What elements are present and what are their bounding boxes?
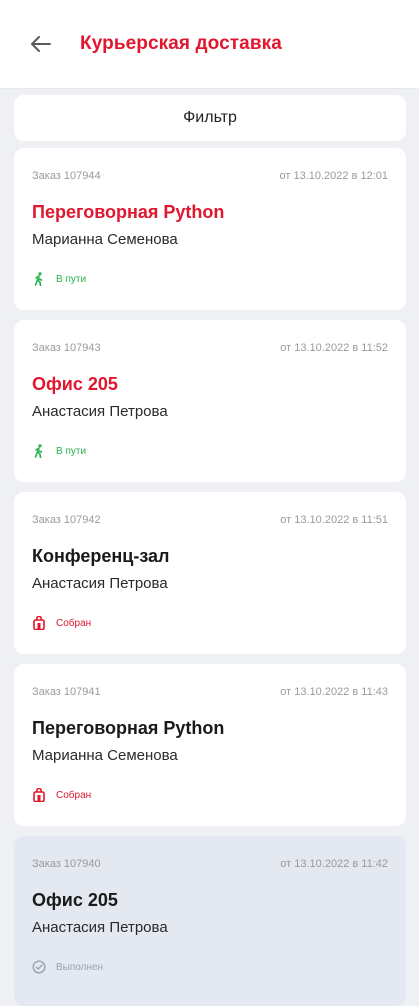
bag-icon xyxy=(32,616,46,630)
walking-person-icon xyxy=(32,444,46,458)
order-card[interactable]: Заказ 107943 от 13.10.2022 в 11:52 Офис … xyxy=(14,320,406,482)
order-number: Заказ 107941 xyxy=(32,686,101,698)
app-header: Курьерская доставка xyxy=(0,0,419,88)
order-person: Марианна Семенова xyxy=(32,231,178,248)
status-badge: В пути xyxy=(32,444,86,458)
order-number: Заказ 107944 xyxy=(32,170,101,182)
order-date: от 13.10.2022 в 11:43 xyxy=(280,686,388,698)
order-date: от 13.10.2022 в 12:01 xyxy=(279,170,388,182)
filter-button[interactable]: Фильтр xyxy=(14,95,406,141)
order-date: от 13.10.2022 в 11:42 xyxy=(280,858,388,870)
status-badge: Выполнен xyxy=(32,960,103,974)
order-date: от 13.10.2022 в 11:52 xyxy=(280,342,388,354)
status-text: Собран xyxy=(56,617,92,629)
order-card[interactable]: Заказ 107942 от 13.10.2022 в 11:51 Конфе… xyxy=(14,492,406,654)
status-text: Собран xyxy=(56,789,92,801)
order-card[interactable]: Заказ 107944 от 13.10.2022 в 12:01 Перег… xyxy=(14,148,406,310)
order-list: Заказ 107944 от 13.10.2022 в 12:01 Перег… xyxy=(14,148,406,1006)
status-badge: Собран xyxy=(32,616,91,630)
status-text: В пути xyxy=(56,445,87,457)
walking-person-icon xyxy=(32,272,46,286)
order-room: Переговорная Python xyxy=(32,718,225,738)
order-room: Офис 205 xyxy=(32,374,118,394)
bag-icon xyxy=(32,788,46,802)
status-badge: В пути xyxy=(32,272,86,286)
order-person: Марианна Семенова xyxy=(32,747,178,764)
order-room: Конференц-зал xyxy=(32,546,170,566)
order-person: Анастасия Петрова xyxy=(32,919,168,936)
check-circle-icon xyxy=(32,960,46,974)
page-title: Курьерская доставка xyxy=(80,33,282,54)
order-room: Офис 205 xyxy=(32,890,118,910)
status-badge: Собран xyxy=(32,788,91,802)
order-card[interactable]: Заказ 107940 от 13.10.2022 в 11:42 Офис … xyxy=(14,836,406,1006)
order-number: Заказ 107940 xyxy=(32,858,101,870)
order-number: Заказ 107943 xyxy=(32,342,101,354)
status-text: В пути xyxy=(56,273,87,285)
order-room: Переговорная Python xyxy=(32,202,225,222)
order-person: Анастасия Петрова xyxy=(32,403,168,420)
arrow-left-icon xyxy=(31,36,51,52)
back-button[interactable] xyxy=(28,31,54,57)
order-date: от 13.10.2022 в 11:51 xyxy=(280,514,388,526)
order-card[interactable]: Заказ 107941 от 13.10.2022 в 11:43 Перег… xyxy=(14,664,406,826)
order-number: Заказ 107942 xyxy=(32,514,101,526)
order-person: Анастасия Петрова xyxy=(32,575,168,592)
status-text: Выполнен xyxy=(56,961,104,973)
